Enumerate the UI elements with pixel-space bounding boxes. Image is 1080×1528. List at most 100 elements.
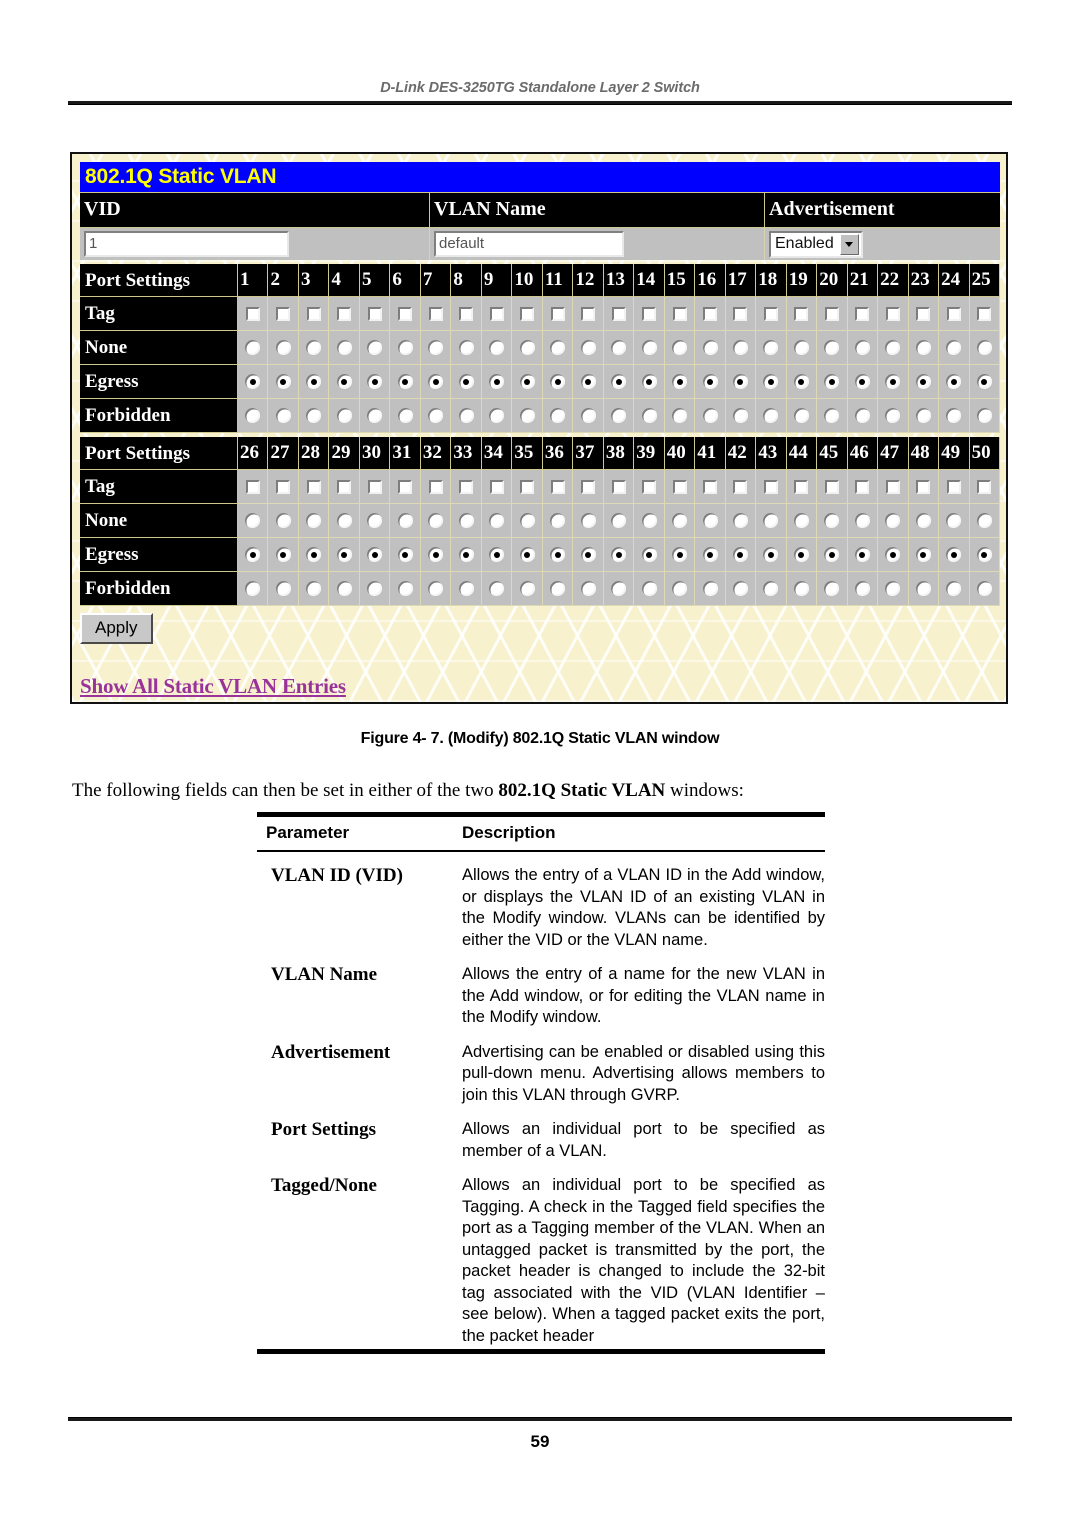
radio-forbidden-port-35[interactable] xyxy=(519,581,535,596)
radio-none-port-33[interactable] xyxy=(458,513,474,528)
radio-egress-port-21[interactable] xyxy=(854,374,870,389)
radio-forbidden-port-22[interactable] xyxy=(885,408,901,423)
port-cell-none-43[interactable] xyxy=(756,504,787,538)
checkbox-tag-port-3[interactable] xyxy=(306,306,321,321)
radio-forbidden-port-20[interactable] xyxy=(824,408,840,423)
checkbox-tag-port-40[interactable] xyxy=(672,479,687,494)
port-cell-forbidden-4[interactable] xyxy=(329,399,360,433)
radio-none-port-29[interactable] xyxy=(336,513,352,528)
port-cell-egress-45[interactable] xyxy=(817,538,848,572)
radio-egress-port-46[interactable] xyxy=(854,547,870,562)
checkbox-tag-port-42[interactable] xyxy=(733,479,748,494)
port-cell-none-46[interactable] xyxy=(847,504,879,538)
radio-none-port-9[interactable] xyxy=(489,340,505,355)
port-cell-tag-29[interactable] xyxy=(329,470,360,504)
port-cell-tag-38[interactable] xyxy=(603,470,635,504)
radio-none-port-21[interactable] xyxy=(854,340,870,355)
radio-forbidden-port-28[interactable] xyxy=(306,581,322,596)
port-cell-tag-10[interactable] xyxy=(512,297,543,331)
checkbox-tag-port-8[interactable] xyxy=(459,306,474,321)
radio-none-port-40[interactable] xyxy=(672,513,688,528)
checkbox-tag-port-15[interactable] xyxy=(672,306,687,321)
radio-egress-port-6[interactable] xyxy=(397,374,413,389)
port-cell-none-1[interactable] xyxy=(238,331,269,365)
port-cell-tag-44[interactable] xyxy=(786,470,818,504)
port-cell-forbidden-1[interactable] xyxy=(238,399,269,433)
port-cell-forbidden-6[interactable] xyxy=(390,399,421,433)
radio-egress-port-37[interactable] xyxy=(580,547,596,562)
port-cell-egress-42[interactable] xyxy=(725,538,757,572)
radio-none-port-19[interactable] xyxy=(793,340,809,355)
radio-egress-port-33[interactable] xyxy=(458,547,474,562)
port-cell-egress-15[interactable] xyxy=(664,365,696,399)
checkbox-tag-port-21[interactable] xyxy=(855,306,870,321)
port-cell-tag-15[interactable] xyxy=(664,297,696,331)
port-cell-egress-24[interactable] xyxy=(939,365,970,399)
port-cell-egress-2[interactable] xyxy=(268,365,299,399)
checkbox-tag-port-49[interactable] xyxy=(946,479,961,494)
port-cell-egress-25[interactable] xyxy=(969,365,1001,399)
checkbox-tag-port-16[interactable] xyxy=(703,306,717,321)
port-cell-forbidden-15[interactable] xyxy=(664,399,696,433)
port-cell-none-32[interactable] xyxy=(420,504,452,538)
port-cell-none-38[interactable] xyxy=(603,504,635,538)
port-cell-forbidden-47[interactable] xyxy=(878,572,909,606)
radio-egress-port-43[interactable] xyxy=(763,547,779,562)
radio-egress-port-20[interactable] xyxy=(824,374,840,389)
port-cell-forbidden-43[interactable] xyxy=(756,572,787,606)
radio-none-port-17[interactable] xyxy=(732,340,748,355)
checkbox-tag-port-43[interactable] xyxy=(763,479,778,494)
port-cell-none-12[interactable] xyxy=(573,331,604,365)
port-cell-none-24[interactable] xyxy=(939,331,970,365)
port-cell-none-50[interactable] xyxy=(969,504,1001,538)
port-cell-egress-11[interactable] xyxy=(542,365,574,399)
radio-egress-port-10[interactable] xyxy=(519,374,535,389)
port-cell-egress-31[interactable] xyxy=(390,538,421,572)
port-cell-none-4[interactable] xyxy=(329,331,360,365)
radio-none-port-4[interactable] xyxy=(336,340,352,355)
port-cell-egress-50[interactable] xyxy=(969,538,1001,572)
port-cell-tag-13[interactable] xyxy=(603,297,635,331)
radio-forbidden-port-17[interactable] xyxy=(732,408,748,423)
radio-egress-port-9[interactable] xyxy=(489,374,505,389)
checkbox-tag-port-1[interactable] xyxy=(245,306,260,321)
radio-egress-port-25[interactable] xyxy=(976,374,992,389)
radio-egress-port-13[interactable] xyxy=(611,374,627,389)
radio-egress-port-42[interactable] xyxy=(732,547,748,562)
checkbox-tag-port-45[interactable] xyxy=(824,479,839,494)
checkbox-tag-port-9[interactable] xyxy=(489,306,504,321)
port-cell-forbidden-13[interactable] xyxy=(603,399,635,433)
port-cell-none-39[interactable] xyxy=(634,504,665,538)
radio-none-port-41[interactable] xyxy=(702,513,718,528)
port-cell-egress-23[interactable] xyxy=(908,365,940,399)
radio-forbidden-port-36[interactable] xyxy=(550,581,566,596)
port-cell-tag-1[interactable] xyxy=(238,297,269,331)
port-cell-tag-36[interactable] xyxy=(542,470,574,504)
radio-forbidden-port-9[interactable] xyxy=(489,408,505,423)
radio-forbidden-port-50[interactable] xyxy=(976,581,992,596)
port-cell-egress-46[interactable] xyxy=(847,538,879,572)
radio-forbidden-port-23[interactable] xyxy=(915,408,931,423)
radio-egress-port-7[interactable] xyxy=(428,374,444,389)
port-cell-tag-41[interactable] xyxy=(695,470,726,504)
radio-none-port-36[interactable] xyxy=(550,513,566,528)
checkbox-tag-port-6[interactable] xyxy=(398,306,413,321)
radio-egress-port-36[interactable] xyxy=(550,547,566,562)
radio-forbidden-port-1[interactable] xyxy=(245,408,261,423)
checkbox-tag-port-33[interactable] xyxy=(459,479,474,494)
port-cell-none-15[interactable] xyxy=(664,331,696,365)
radio-none-port-6[interactable] xyxy=(397,340,413,355)
radio-egress-port-23[interactable] xyxy=(915,374,931,389)
radio-none-port-45[interactable] xyxy=(824,513,840,528)
radio-forbidden-port-15[interactable] xyxy=(672,408,688,423)
port-cell-tag-9[interactable] xyxy=(481,297,513,331)
port-cell-forbidden-37[interactable] xyxy=(573,572,604,606)
radio-forbidden-port-33[interactable] xyxy=(458,581,474,596)
checkbox-tag-port-50[interactable] xyxy=(977,479,992,494)
radio-egress-port-28[interactable] xyxy=(306,547,322,562)
radio-forbidden-port-26[interactable] xyxy=(245,581,261,596)
port-cell-tag-37[interactable] xyxy=(573,470,604,504)
radio-egress-port-12[interactable] xyxy=(580,374,596,389)
checkbox-tag-port-37[interactable] xyxy=(581,479,596,494)
radio-egress-port-8[interactable] xyxy=(458,374,474,389)
